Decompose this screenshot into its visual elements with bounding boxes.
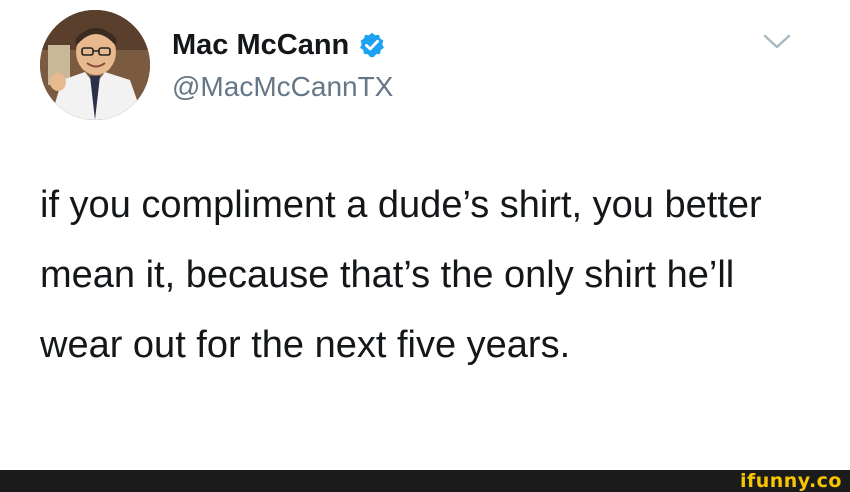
- avatar-image: [40, 10, 150, 120]
- author-name-row[interactable]: Mac McCann: [172, 28, 386, 62]
- tweet-text: if you compliment a dude’s shirt, you be…: [40, 184, 762, 366]
- author-handle[interactable]: @MacMcCannTX: [172, 70, 393, 104]
- chevron-down-icon[interactable]: [762, 32, 792, 52]
- author-display-name[interactable]: Mac McCann: [172, 28, 349, 62]
- verified-badge-icon: [360, 32, 385, 58]
- footer-bar: ifunny.co: [0, 470, 850, 492]
- avatar[interactable]: [40, 10, 150, 120]
- ifunny-watermark: ifunny.co: [739, 470, 842, 492]
